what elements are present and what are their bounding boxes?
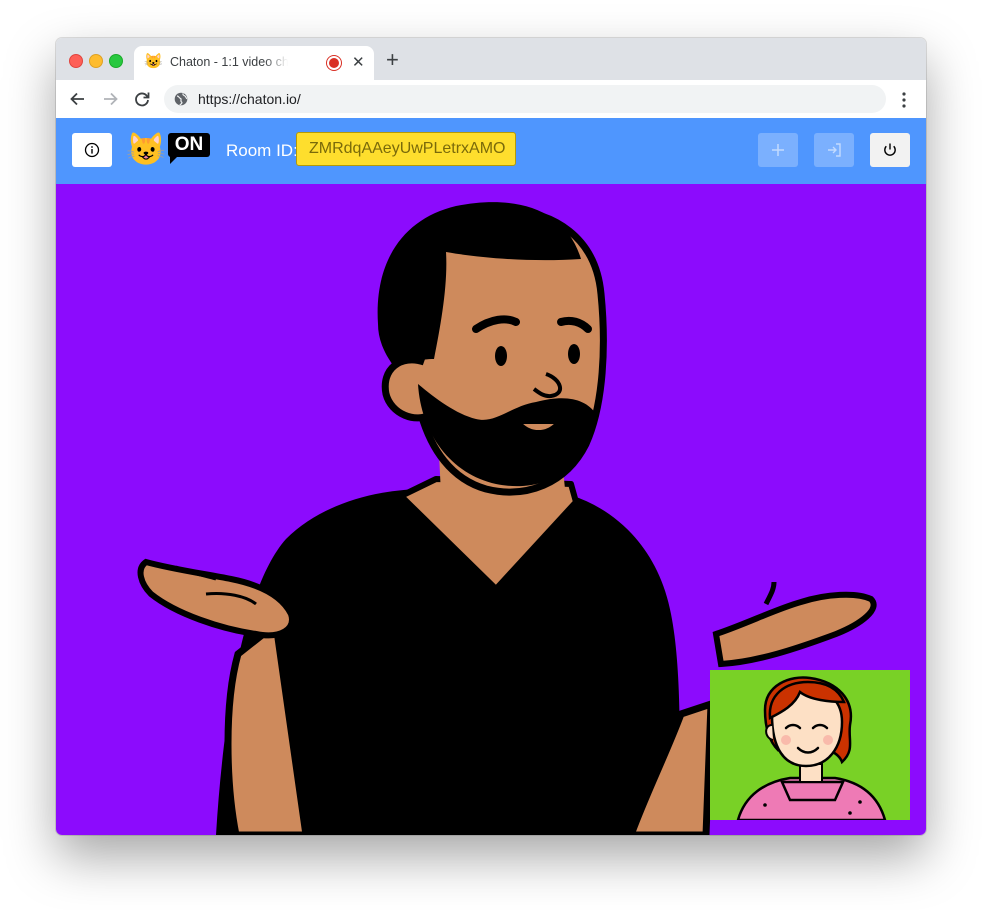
forward-button[interactable]: [100, 89, 120, 109]
globe-icon: [174, 92, 188, 106]
create-room-button[interactable]: [758, 133, 798, 167]
reload-button[interactable]: [132, 89, 152, 109]
zoom-window-button[interactable]: [109, 54, 123, 68]
hangup-button[interactable]: [870, 133, 910, 167]
close-window-button[interactable]: [69, 54, 83, 68]
browser-window: 😺 Chaton - 1:1 video chat open source ✕ …: [56, 38, 926, 835]
power-icon: [884, 143, 896, 156]
tab-close-icon[interactable]: ✕: [352, 54, 365, 72]
sign-in-icon: [828, 143, 841, 157]
join-room-button[interactable]: [814, 133, 854, 167]
arrow-right-icon: [104, 92, 118, 106]
info-button[interactable]: [72, 133, 112, 167]
remote-video: [56, 184, 926, 835]
info-icon: [84, 142, 100, 158]
local-video: [710, 670, 910, 820]
room-id-field[interactable]: ZMRdqAAeyUwPLetrxAMO: [296, 132, 516, 166]
tab-strip: 😺 Chaton - 1:1 video chat open source ✕ …: [56, 38, 926, 80]
recording-dot-icon: [329, 58, 339, 68]
arrow-left-icon: [70, 92, 84, 106]
url-text: https://chaton.io/: [198, 91, 301, 107]
smiling-woman-illustration: [736, 676, 887, 820]
vertical-dots-icon[interactable]: [894, 90, 914, 110]
new-tab-button[interactable]: +: [386, 48, 399, 72]
address-bar[interactable]: https://chaton.io/: [164, 85, 886, 113]
plus-icon: [772, 144, 784, 156]
app-header: 😺 ON Room ID: ZMRdqAAeyUwPLetrxAMO: [56, 118, 926, 184]
cat-favicon-icon: 😺: [144, 53, 163, 70]
cat-logo-icon: 😺: [126, 131, 166, 167]
browser-tab[interactable]: 😺 Chaton - 1:1 video chat open source ✕: [134, 46, 374, 80]
logo-badge: ON: [168, 133, 210, 157]
back-button[interactable]: [68, 89, 88, 109]
browser-toolbar: https://chaton.io/: [56, 80, 926, 119]
speech-bubble-tail: [170, 155, 179, 164]
room-id-label: Room ID:: [226, 141, 298, 160]
minimize-window-button[interactable]: [89, 54, 103, 68]
reload-icon: [135, 92, 150, 107]
tab-title: Chaton - 1:1 video chat open source: [170, 55, 288, 69]
